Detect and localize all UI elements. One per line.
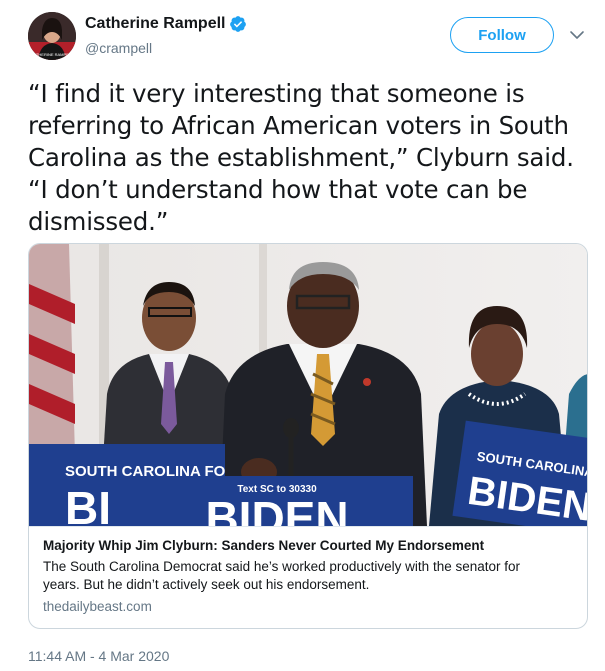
verified-badge-icon [230, 16, 247, 32]
card-description: The South Carolina Democrat said he’s wo… [43, 558, 575, 594]
card-body[interactable]: Majority Whip Jim Clyburn: Sanders Never… [29, 526, 587, 628]
tweet-text-line: “I don’t understand how that vote can be [28, 175, 528, 204]
tweet-timestamp[interactable]: 11:44 AM - 4 Mar 2020 [28, 648, 169, 664]
sign-center-big-text: BIDEN [205, 492, 348, 526]
name-row: Catherine Rampell [85, 15, 247, 33]
link-card[interactable]: SOUTH CAROLINA FO BI Text SC to 30330 BI… [28, 243, 588, 629]
avatar[interactable]: CATHERINE RAMPELL [28, 12, 76, 60]
tweet-header: CATHERINE RAMPELL Catherine Rampell @cra… [0, 0, 605, 70]
tweet-text-line: Carolina as the establishment,” Clyburn … [28, 143, 574, 172]
tweet-text-line: referring to African American voters in … [28, 111, 569, 140]
tweet-text-line: dismissed.” [28, 207, 169, 236]
card-title[interactable]: Majority Whip Jim Clyburn: Sanders Never… [43, 537, 575, 555]
avatar-photo: CATHERINE RAMPELL [28, 12, 76, 60]
user-handle[interactable]: @crampell [85, 40, 152, 56]
chevron-down-icon[interactable] [568, 26, 586, 44]
tweet-text-line: “I find it very interesting that someone… [28, 79, 525, 108]
card-domain[interactable]: thedailybeast.com [43, 598, 575, 616]
card-image[interactable]: SOUTH CAROLINA FO BI Text SC to 30330 BI… [29, 244, 588, 526]
card-description-line: The South Carolina Democrat said he’s wo… [43, 559, 520, 574]
tweet-text: “I find it very interesting that someone… [28, 78, 588, 238]
sign-left-big-text: BI [65, 482, 111, 526]
follow-button[interactable]: Follow [450, 17, 554, 53]
display-name[interactable]: Catherine Rampell [85, 15, 225, 33]
avatar-caption: CATHERINE RAMPELL [31, 52, 74, 57]
card-description-line: years. But he didn’t actively seek out h… [43, 577, 370, 592]
